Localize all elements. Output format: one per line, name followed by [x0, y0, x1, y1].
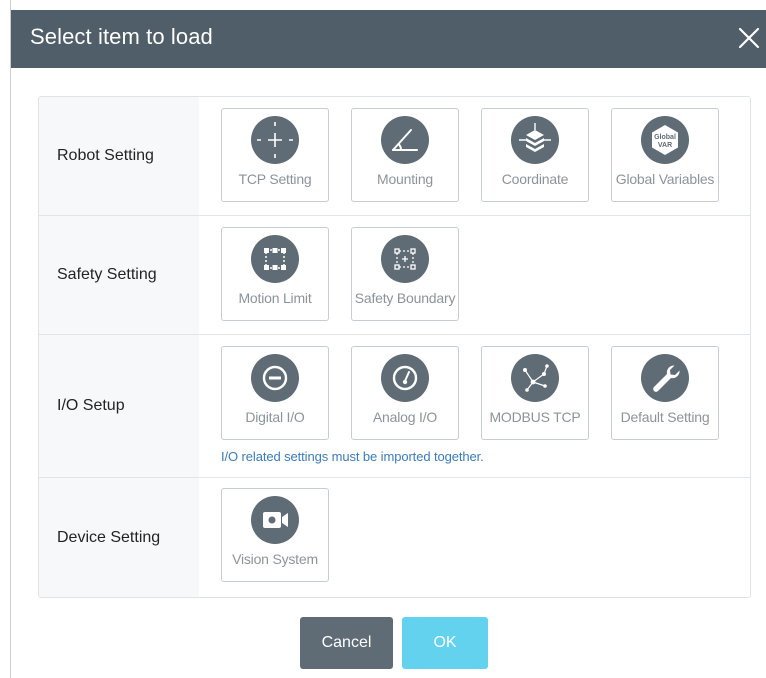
- row-label-text: Safety Setting: [57, 266, 157, 283]
- tile-digital-io[interactable]: Digital I/O: [221, 346, 329, 440]
- tile-safety-boundary[interactable]: Safety Boundary: [351, 227, 459, 321]
- row-safety-setting: Safety Setting Motion Limit Safety Bound…: [39, 216, 750, 335]
- tile-label: Coordinate: [501, 171, 569, 187]
- row-label-text: Device Setting: [57, 528, 161, 546]
- tile-label: MODBUS TCP: [489, 409, 581, 425]
- cancel-button[interactable]: Cancel: [300, 617, 393, 669]
- tile-vision-system[interactable]: Vision System: [221, 488, 329, 582]
- coordinate-icon: [511, 116, 559, 164]
- tile-label: Motion Limit: [238, 290, 312, 306]
- motion-limit-icon: [251, 235, 299, 283]
- dialog-title: Select item to load: [30, 24, 213, 49]
- row-robot-setting: Robot Setting TCP Setting Mounting Coord…: [39, 97, 750, 216]
- analog-io-icon: [381, 354, 429, 402]
- tile-label: Global Variables: [615, 171, 715, 187]
- tile-modbus-tcp[interactable]: MODBUS TCP: [481, 346, 589, 440]
- row-label: I/O Setup: [39, 335, 199, 477]
- row-label: Robot Setting: [39, 97, 199, 215]
- tile-label: Analog I/O: [372, 409, 438, 425]
- tcp-icon: [251, 116, 299, 164]
- tile-label: Mounting: [377, 171, 433, 187]
- digital-io-icon: [251, 354, 299, 402]
- io-note: I/O related settings must be imported to…: [221, 449, 484, 464]
- ok-button[interactable]: OK: [402, 617, 488, 669]
- safety-boundary-icon: [381, 235, 429, 283]
- wrench-icon: [641, 354, 689, 402]
- row-label: Safety Setting: [39, 216, 199, 334]
- tile-mounting[interactable]: Mounting: [351, 108, 459, 202]
- tile-label: Vision System: [232, 551, 318, 567]
- row-io-setup: I/O Setup Digital I/O Analog I/O MODBUS …: [39, 335, 750, 478]
- mounting-angle-icon: [381, 116, 429, 164]
- load-dialog: Select item to load Robot Setting TCP Se…: [10, 0, 766, 678]
- tile-label: Digital I/O: [245, 409, 305, 425]
- close-icon[interactable]: [731, 20, 766, 56]
- dialog-titlebar: Select item to load: [11, 10, 766, 68]
- tile-label: Default Setting: [620, 409, 710, 425]
- tile-global-variables[interactable]: Global VAR Global Variables: [611, 108, 719, 202]
- network-nodes-icon: [511, 354, 559, 402]
- tile-coordinate[interactable]: Coordinate: [481, 108, 589, 202]
- tile-label: Safety Boundary: [354, 290, 456, 306]
- global-var-icon: Global VAR: [641, 116, 689, 164]
- video-camera-icon: [251, 496, 299, 544]
- global-var-text-2: VAR: [658, 142, 672, 149]
- tile-analog-io[interactable]: Analog I/O: [351, 346, 459, 440]
- row-label-text: Robot Setting: [57, 147, 154, 164]
- row-device-setting: Device Setting Vision System: [39, 478, 750, 597]
- global-var-text-1: Global: [654, 134, 676, 141]
- tile-motion-limit[interactable]: Motion Limit: [221, 227, 329, 321]
- settings-panel: Robot Setting TCP Setting Mounting Coord…: [38, 96, 751, 598]
- row-label-text: I/O Setup: [57, 397, 125, 414]
- row-label: Device Setting: [39, 478, 199, 597]
- tile-tcp-setting[interactable]: TCP Setting: [221, 108, 329, 202]
- tile-default-setting[interactable]: Default Setting: [611, 346, 719, 440]
- tile-label: TCP Setting: [238, 171, 312, 187]
